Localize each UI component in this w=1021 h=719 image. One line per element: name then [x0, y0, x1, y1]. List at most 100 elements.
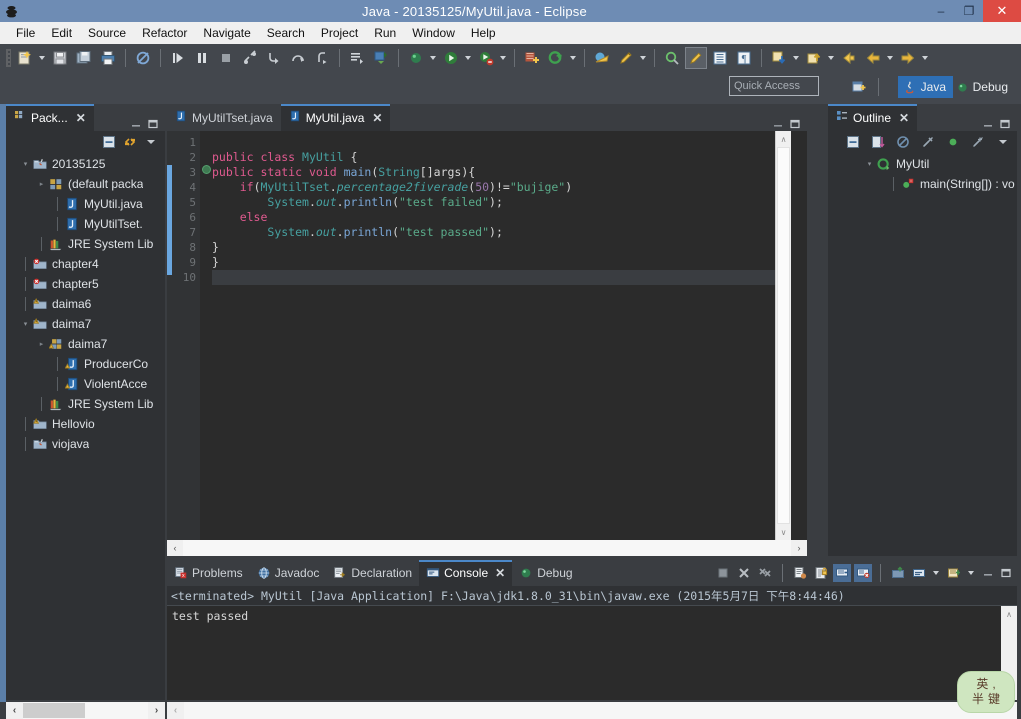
editor-minimize-button[interactable]: [770, 117, 785, 131]
tab-package-explorer-close-icon[interactable]: ✕: [76, 111, 86, 125]
pkg-hscroll-track[interactable]: [23, 702, 148, 719]
code-line[interactable]: System.out.println("test failed");: [212, 195, 775, 210]
tree-item[interactable]: ▾ daima7: [6, 314, 165, 334]
back-icon[interactable]: [862, 47, 884, 69]
console-output[interactable]: test passed: [167, 606, 1001, 700]
toggle-block-selection-icon[interactable]: [709, 47, 731, 69]
hide-fields-icon[interactable]: [894, 133, 912, 151]
run-dropdown-icon[interactable]: [463, 47, 473, 69]
collapse-arrow-icon[interactable]: ▸: [36, 334, 47, 354]
code-line[interactable]: if(MyUtilTset.percentage2fiverade(50)!="…: [212, 180, 775, 195]
console-tab-javadoc[interactable]: Javadoc: [250, 560, 327, 586]
menu-file[interactable]: File: [8, 23, 43, 43]
tree-item[interactable]: MyUtilTset.: [6, 214, 165, 234]
menu-run[interactable]: Run: [366, 23, 404, 43]
new-perspective-icon[interactable]: [849, 77, 869, 97]
code-line[interactable]: }: [212, 240, 775, 255]
package-explorer-maximize-button[interactable]: [145, 117, 160, 131]
outline-minimize-button[interactable]: [980, 117, 995, 131]
new-wizard-dropdown-icon[interactable]: [37, 47, 47, 69]
code-line[interactable]: System.out.println("test passed");: [212, 225, 775, 240]
save-icon[interactable]: [49, 47, 71, 69]
resume-icon[interactable]: [167, 47, 189, 69]
pkg-scroll-right-arrow[interactable]: ›: [148, 702, 165, 719]
editor-hscroll-track[interactable]: [183, 540, 791, 556]
editor-tab-myutil-java[interactable]: MyUtil.java ✕: [280, 104, 391, 131]
editor-folding-ruler[interactable]: [200, 131, 212, 540]
package-explorer-minimize-button[interactable]: [128, 117, 143, 131]
maximize-button[interactable]: ❐: [955, 0, 983, 22]
menu-navigate[interactable]: Navigate: [195, 23, 258, 43]
perspective-java[interactable]: Java: [897, 76, 953, 98]
main-scroll-left-arrow[interactable]: ‹: [167, 702, 184, 719]
code-line[interactable]: public static void main(String[]args){: [212, 165, 775, 180]
console-minimize-button[interactable]: [980, 566, 995, 580]
menu-help[interactable]: Help: [463, 23, 504, 43]
close-button[interactable]: ✕: [983, 0, 1021, 22]
back-dropdown-icon[interactable]: [885, 47, 895, 69]
editor-overview-ruler[interactable]: [791, 131, 807, 540]
next-edit-icon[interactable]: [803, 47, 825, 69]
editor-scroll-right-arrow[interactable]: ›: [791, 540, 807, 556]
outline-maximize-button[interactable]: [997, 117, 1012, 131]
new-console-view-icon[interactable]: [910, 564, 928, 582]
tree-item[interactable]: main(String[]) : vo: [828, 174, 1017, 194]
code-line[interactable]: [212, 270, 775, 285]
run-icon[interactable]: [440, 47, 462, 69]
new-java-project-icon[interactable]: [521, 47, 543, 69]
tab-package-explorer[interactable]: Pack... ✕: [6, 104, 94, 131]
menu-refactor[interactable]: Refactor: [134, 23, 195, 43]
minimize-button[interactable]: –: [927, 0, 955, 22]
terminate-icon[interactable]: [215, 47, 237, 69]
editor-tab-myutiltset-java[interactable]: MyUtilTset.java: [167, 104, 281, 131]
menu-window[interactable]: Window: [404, 23, 463, 43]
outline-tree[interactable]: ▾ MyUtil main(String[]) : vo: [828, 152, 1017, 604]
tree-item[interactable]: chapter5: [6, 274, 165, 294]
open-console-menu-icon[interactable]: [945, 564, 963, 582]
clear-console-icon[interactable]: [791, 564, 809, 582]
editor-vscroll-thumb[interactable]: [777, 147, 790, 524]
editor-horizontal-scrollbar[interactable]: ‹ ›: [167, 540, 807, 556]
main-horizontal-scrollbar[interactable]: ‹: [167, 702, 1017, 719]
collapse-arrow-icon[interactable]: ▸: [36, 174, 47, 194]
run-external-tools-icon[interactable]: [475, 47, 497, 69]
previous-edit-dropdown-icon[interactable]: [791, 47, 801, 69]
tree-item[interactable]: ProducerCo: [6, 354, 165, 374]
console-maximize-button[interactable]: [998, 566, 1013, 580]
scroll-lock-icon[interactable]: [812, 564, 830, 582]
new-class-icon[interactable]: [545, 47, 567, 69]
tree-item[interactable]: chapter4: [6, 254, 165, 274]
collapse-all-icon[interactable]: [100, 133, 118, 151]
menu-search[interactable]: Search: [259, 23, 313, 43]
tab-outline-close-icon[interactable]: ✕: [899, 111, 909, 125]
tree-item[interactable]: JRE System Lib: [6, 394, 165, 414]
edit-icon[interactable]: [615, 47, 637, 69]
remove-all-terminated-icon[interactable]: [756, 564, 774, 582]
expand-arrow-icon[interactable]: ▾: [20, 154, 31, 174]
view-menu-icon[interactable]: [142, 133, 160, 151]
search-java-icon[interactable]: [661, 47, 683, 69]
open-console-icon[interactable]: [889, 564, 907, 582]
step-over-icon[interactable]: [287, 47, 309, 69]
perspective-debug[interactable]: Debug: [952, 76, 1015, 98]
tree-item[interactable]: viojava: [6, 434, 165, 454]
fold-marker-icon[interactable]: [202, 165, 211, 174]
hide-static-icon[interactable]: [919, 133, 937, 151]
step-into-icon[interactable]: [263, 47, 285, 69]
save-all-icon[interactable]: [73, 47, 95, 69]
console-view-dropdown-icon[interactable]: [931, 562, 941, 584]
collapse-all-icon[interactable]: [844, 133, 862, 151]
editor-scroll-down-arrow[interactable]: ∨: [776, 524, 791, 540]
pin-console-icon[interactable]: [833, 564, 851, 582]
tree-item[interactable]: ▸ (default packa: [6, 174, 165, 194]
package-explorer-horizontal-scrollbar[interactable]: ‹ ›: [6, 702, 165, 719]
tree-item[interactable]: ViolentAcce: [6, 374, 165, 394]
last-edit-location-icon[interactable]: [685, 47, 707, 69]
display-selected-console-icon[interactable]: [854, 564, 872, 582]
toggle-breakpoint-icon[interactable]: [370, 47, 392, 69]
package-explorer-tree[interactable]: ▾ 20135125 ▸ (default packa MyUtil.java MyUti…: [6, 152, 165, 719]
toolbar-grip[interactable]: [6, 49, 11, 67]
view-menu-icon[interactable]: [994, 133, 1012, 151]
editor-body[interactable]: 1 2 3 4 5 6 7 8 9 10 public class MyUtil {public …: [167, 131, 807, 556]
step-return-icon[interactable]: [311, 47, 333, 69]
